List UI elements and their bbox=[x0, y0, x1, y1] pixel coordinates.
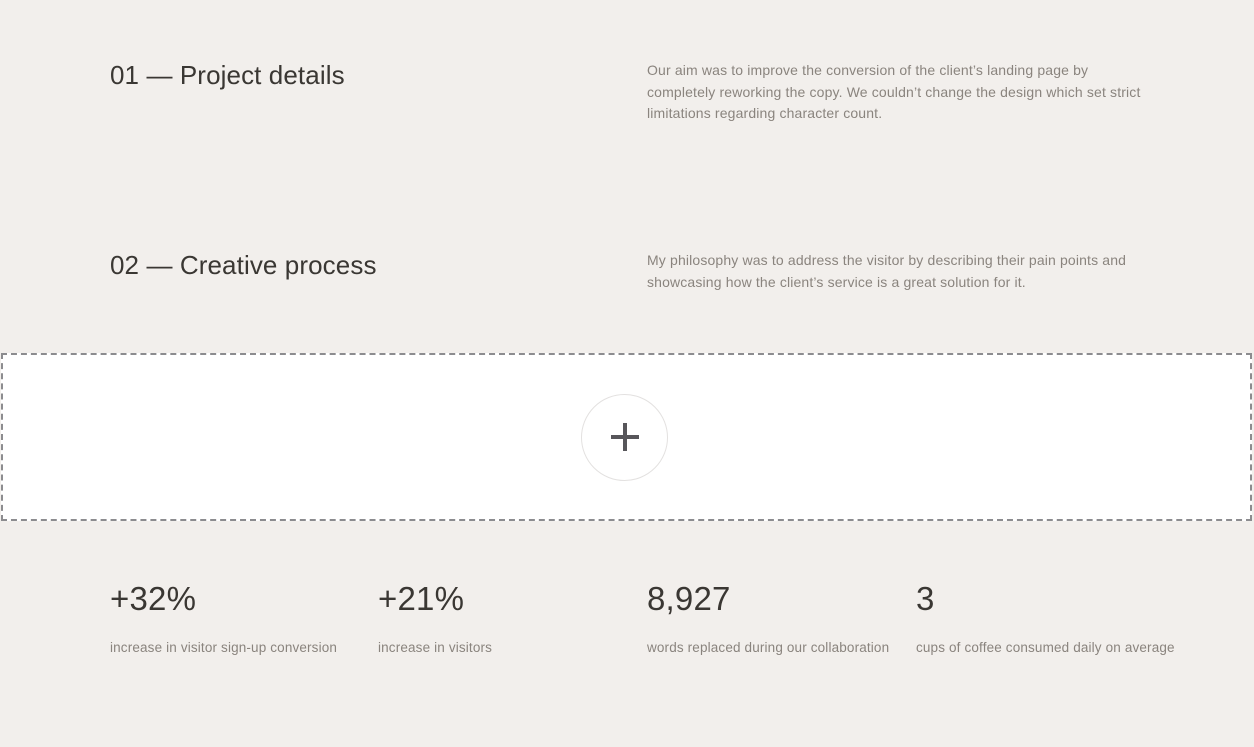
stat-value: +21% bbox=[378, 580, 465, 617]
stat-value: +32% bbox=[110, 580, 197, 617]
add-block-button[interactable] bbox=[581, 393, 668, 481]
stat-item: +21% increase in visitors bbox=[378, 580, 628, 658]
stat-value: 3 bbox=[916, 580, 935, 617]
section-body-01: Our aim was to improve the conversion of… bbox=[647, 62, 1141, 121]
section-heading-01: 01 — Project details bbox=[110, 60, 345, 90]
plus-icon bbox=[610, 423, 639, 451]
section-heading-02: 02 — Creative process bbox=[110, 250, 377, 280]
stat-value: 8,927 bbox=[647, 580, 731, 617]
stat-label: words replaced during our collaboration bbox=[647, 640, 890, 655]
dropzone-area[interactable] bbox=[1, 353, 1252, 521]
stat-item: 8,927 words replaced during our collabor… bbox=[647, 580, 897, 658]
section-body-02: My philosophy was to address the visitor… bbox=[647, 252, 1127, 290]
stat-item: +32% increase in visitor sign-up convers… bbox=[110, 580, 360, 658]
stat-item: 3 cups of coffee consumed daily on avera… bbox=[916, 580, 1186, 658]
stats-row: +32% increase in visitor sign-up convers… bbox=[0, 580, 1254, 700]
stat-label: increase in visitor sign-up conversion bbox=[110, 640, 338, 655]
page-root: 01 — Project details Our aim was to impr… bbox=[0, 0, 1254, 747]
stat-label: cups of coffee consumed daily on average bbox=[916, 640, 1175, 655]
stat-label: increase in visitors bbox=[378, 640, 493, 655]
